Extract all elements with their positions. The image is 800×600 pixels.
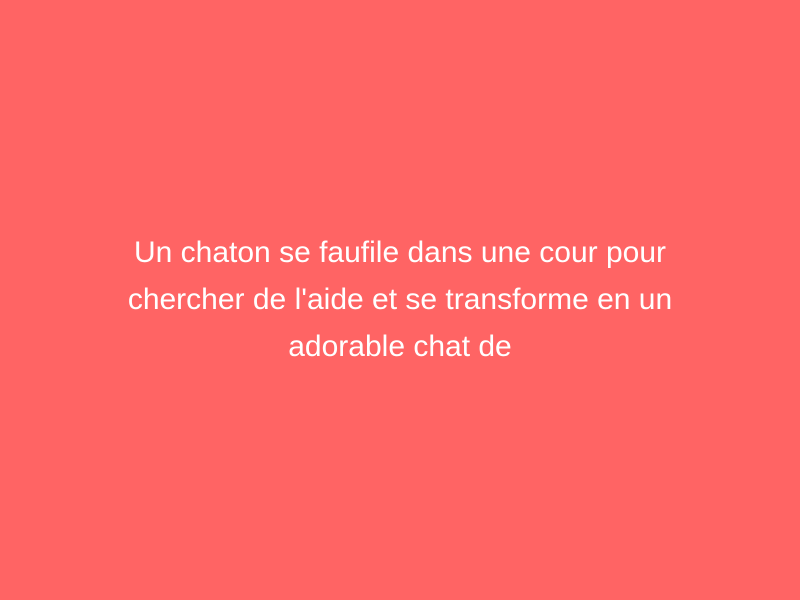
placeholder-card: { "caption": "Un chaton se faufile dans … — [0, 0, 800, 600]
article-title-caption: Un chaton se faufile dans une cour pour … — [127, 235, 673, 363]
